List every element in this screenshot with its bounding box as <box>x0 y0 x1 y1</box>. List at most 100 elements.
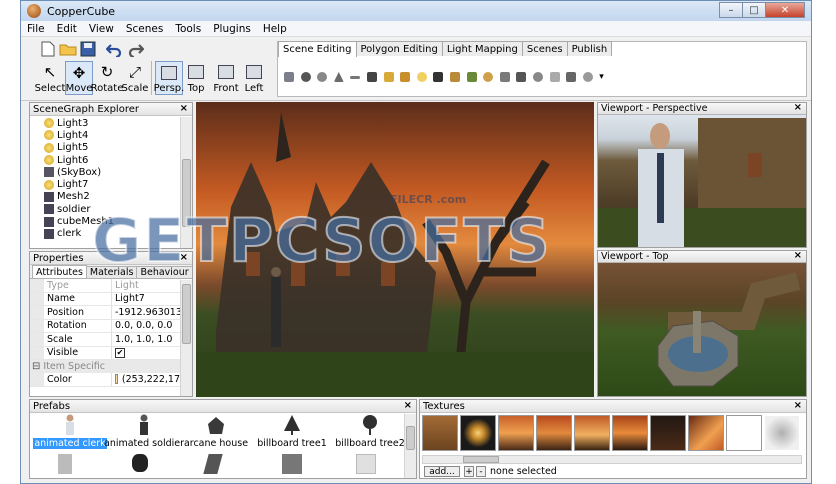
zoom-out-button[interactable]: - <box>476 466 486 477</box>
viewport-perspective[interactable]: Viewport - Perspective × <box>597 102 807 248</box>
prefab-billboard-tree2[interactable]: billboard tree2 <box>330 414 410 452</box>
menu-plugins[interactable]: Plugins <box>207 23 257 35</box>
prefab-arcane-house[interactable]: arcane house <box>176 414 256 452</box>
scenegraph-close-icon[interactable]: × <box>180 103 188 114</box>
menu-view[interactable]: View <box>83 23 120 35</box>
texture-thumbnail[interactable] <box>460 415 496 451</box>
text-billboard-icon[interactable] <box>400 72 411 82</box>
tab-scene-editing[interactable]: Scene Editing <box>278 41 357 57</box>
scale-tool-button[interactable]: ⤢ Scale <box>121 61 149 95</box>
prefab-billboard-tree1[interactable]: billboard tree1 <box>252 414 332 452</box>
tab-scenes[interactable]: Scenes <box>521 41 568 56</box>
particle-icon[interactable] <box>483 72 494 82</box>
tab-publish[interactable]: Publish <box>566 41 613 56</box>
texture-thumbnail[interactable] <box>726 415 762 451</box>
light-icon[interactable] <box>416 72 427 82</box>
prefab-animated-soldier[interactable]: animated soldier <box>104 414 184 452</box>
save-button[interactable] <box>79 40 97 58</box>
viewport-perspective-close-icon[interactable]: × <box>794 103 802 113</box>
mesh-icon[interactable] <box>366 72 377 82</box>
tree-item-skybox[interactable]: (SkyBox) <box>44 166 192 178</box>
sphere-icon[interactable] <box>300 72 311 82</box>
prefab-thumbnail[interactable] <box>282 454 302 474</box>
property-row-scale[interactable]: Scale 1.0, 1.0, 1.0 <box>30 333 180 347</box>
skybox-icon[interactable] <box>449 72 460 82</box>
tab-attributes[interactable]: Attributes <box>32 265 87 278</box>
texture-thumbnail[interactable] <box>764 415 800 451</box>
texture-thumbnail[interactable] <box>574 415 610 451</box>
terrain-icon[interactable] <box>466 72 477 82</box>
prefab-thumbnail[interactable] <box>203 454 223 474</box>
menu-file[interactable]: File <box>21 23 51 35</box>
property-value[interactable]: (253,222,17 <box>112 373 180 386</box>
texture-thumbnail[interactable] <box>612 415 648 451</box>
open-folder-button[interactable] <box>59 40 77 58</box>
zoom-in-button[interactable]: + <box>464 466 474 477</box>
maximize-button[interactable]: □ <box>742 2 766 18</box>
prefab-thumbnail[interactable] <box>58 454 72 474</box>
undo-button[interactable] <box>105 40 123 58</box>
menu-tools[interactable]: Tools <box>169 23 207 35</box>
menu-edit[interactable]: Edit <box>51 23 83 35</box>
rotate-tool-button[interactable]: ↻ Rotate <box>91 61 124 95</box>
texture-thumbnail[interactable] <box>688 415 724 451</box>
prefab-animated-clerk[interactable]: animated clerk <box>30 414 110 452</box>
tab-polygon-editing[interactable]: Polygon Editing <box>355 41 443 56</box>
prefabs-close-icon[interactable]: × <box>404 400 412 411</box>
property-row-color[interactable]: Color (253,222,17 <box>30 373 180 387</box>
tree-item-mesh2[interactable]: Mesh2 <box>44 191 192 203</box>
textures-close-icon[interactable]: × <box>794 400 802 411</box>
property-value[interactable]: 0.0, 0.0, 0.0 <box>112 320 180 333</box>
view-left-button[interactable]: Left <box>241 61 267 95</box>
prefabs-scroll-thumb[interactable] <box>406 426 415 450</box>
tab-light-mapping[interactable]: Light Mapping <box>441 41 523 56</box>
camera-icon[interactable] <box>433 72 444 82</box>
minimize-button[interactable]: – <box>719 2 743 18</box>
cone-icon[interactable] <box>333 72 344 82</box>
property-value[interactable]: Light7 <box>112 293 180 306</box>
tree-item-light7[interactable]: Light7 <box>44 178 192 190</box>
more-objects-dropdown[interactable]: ▾ <box>599 72 604 82</box>
view-perspective-button[interactable]: Persp. <box>154 61 184 95</box>
color-swatch[interactable] <box>115 374 118 385</box>
water-icon[interactable] <box>499 72 510 82</box>
prefab-thumbnail[interactable] <box>356 454 376 474</box>
view-front-button[interactable]: Front <box>211 61 241 95</box>
properties-scrollbar[interactable] <box>180 280 192 396</box>
tree-item-light4[interactable]: Light4 <box>44 129 192 141</box>
tree-item-light3[interactable]: Light3 <box>44 117 192 129</box>
globe-icon[interactable] <box>582 72 593 82</box>
new-file-button[interactable] <box>39 40 57 58</box>
path-icon[interactable] <box>532 72 543 82</box>
plane-icon[interactable] <box>350 75 361 79</box>
collapse-icon[interactable]: ⊟ <box>32 361 40 372</box>
texture-thumbnail[interactable] <box>422 415 458 451</box>
animated-path-icon[interactable] <box>549 72 560 82</box>
category-item-specific[interactable]: ⊟ Item Specific <box>30 360 180 373</box>
cube-icon[interactable] <box>284 72 294 82</box>
sound-icon[interactable] <box>516 72 527 82</box>
cylinder-icon[interactable] <box>317 72 328 82</box>
move-tool-button[interactable]: ✥ Move <box>65 61 93 95</box>
property-row-name[interactable]: Name Light7 <box>30 292 180 306</box>
visible-checkbox[interactable]: ✔ <box>115 347 125 358</box>
property-row-position[interactable]: Position-1912.963013, 29 <box>30 306 180 320</box>
property-row-rotation[interactable]: Rotation 0.0, 0.0, 0.0 <box>30 319 180 333</box>
property-row-visible[interactable]: Visible ✔ <box>30 346 180 360</box>
prefab-thumbnail[interactable] <box>132 454 148 472</box>
menu-help[interactable]: Help <box>257 23 293 35</box>
texture-thumbnail[interactable] <box>498 415 534 451</box>
viewport-top-close-icon[interactable]: × <box>794 251 802 261</box>
billboard-icon[interactable] <box>383 72 394 82</box>
property-value[interactable]: -1912.963013, 29 <box>112 306 180 319</box>
tree-item-light5[interactable]: Light5 <box>44 142 192 154</box>
overlay-icon[interactable] <box>566 72 577 82</box>
tree-item-light6[interactable]: Light6 <box>44 154 192 166</box>
menu-scenes[interactable]: Scenes <box>120 23 169 35</box>
texture-thumbnail[interactable] <box>536 415 572 451</box>
viewport-top[interactable]: Viewport - Top × <box>597 250 807 397</box>
property-value[interactable]: 1.0, 1.0, 1.0 <box>112 333 180 346</box>
texture-thumbnail[interactable] <box>650 415 686 451</box>
close-button[interactable]: ✕ <box>765 2 805 18</box>
select-tool-button[interactable]: ↖ Select <box>35 61 66 95</box>
